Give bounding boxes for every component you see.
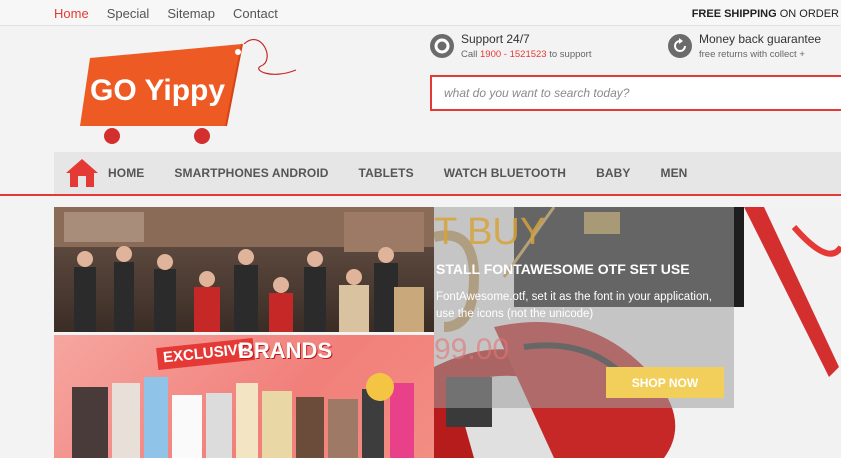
slide-text: FontAwesome.otf, set it as the font in y… — [436, 291, 712, 320]
logo-text: GO Yippy — [90, 74, 226, 107]
refresh-icon — [668, 34, 692, 58]
support-title: Support 24/7 — [461, 32, 530, 46]
nav-divider — [0, 194, 841, 196]
logo[interactable]: GO Yippy — [76, 30, 306, 150]
page: Home Special Sitemap Contact FREE SHIPPI… — [0, 0, 841, 458]
nav-list: HOME SMARTPHONES ANDROID TABLETS WATCH B… — [108, 152, 717, 194]
cosmetics-products-image — [72, 373, 414, 458]
nav-item-home[interactable]: HOME — [108, 166, 144, 180]
shop-now-button[interactable]: SHOP NOW — [606, 367, 724, 398]
top-links: Home Special Sitemap Contact — [54, 6, 278, 21]
shipping-notice: FREE SHIPPING ON ORDER — [692, 8, 839, 20]
search-input[interactable] — [432, 77, 841, 109]
banner-exclusive-brands[interactable]: EXCLUSIVE BRANDS — [54, 335, 434, 458]
support-subtitle: Call 1900 - 1521523 to support — [461, 49, 592, 60]
nav-item-men[interactable]: MEN — [660, 166, 687, 180]
search-box — [430, 75, 841, 111]
main-nav: HOME SMARTPHONES ANDROID TABLETS WATCH B… — [54, 152, 841, 194]
lifebuoy-icon — [430, 34, 454, 58]
support-phone[interactable]: 1900 - 1521523 — [480, 49, 547, 60]
top-bar: Home Special Sitemap Contact FREE SHIPPI… — [0, 0, 841, 26]
shipping-bold: FREE SHIPPING — [691, 8, 777, 20]
money-back-title: Money back guarantee — [699, 32, 822, 46]
party-people-image — [54, 207, 434, 332]
slide-subtitle: STALL FONTAWESOME OTF SET USE — [436, 261, 690, 277]
top-link-contact[interactable]: Contact — [233, 6, 278, 21]
money-back-info: Money back guarantee free returns with c… — [668, 32, 821, 60]
nav-item-tablets[interactable]: TABLETS — [359, 166, 414, 180]
slide-price: 99.00 — [434, 333, 510, 366]
nav-item-smartphones-android[interactable]: SMARTPHONES ANDROID — [174, 166, 328, 180]
money-back-subtitle: free returns with collect + — [699, 49, 805, 60]
top-link-sitemap[interactable]: Sitemap — [167, 6, 215, 21]
top-link-home[interactable]: Home — [54, 6, 89, 21]
hero-slider[interactable]: T BUY STALL FONTAWESOME OTF SET USE Font… — [434, 207, 841, 458]
banner-party-photo[interactable] — [54, 207, 434, 332]
top-link-special[interactable]: Special — [107, 6, 150, 21]
shipping-rest: ON ORDER — [776, 8, 839, 20]
nav-item-watch-bluetooth[interactable]: WATCH BLUETOOTH — [444, 166, 566, 180]
home-icon[interactable] — [64, 157, 100, 189]
slide-title: T BUY — [434, 211, 546, 253]
nav-item-baby[interactable]: BABY — [596, 166, 630, 180]
support-info: Support 24/7 Call 1900 - 1521523 to supp… — [430, 32, 591, 60]
slide-caption: T BUY STALL FONTAWESOME OTF SET USE Font… — [434, 207, 734, 408]
